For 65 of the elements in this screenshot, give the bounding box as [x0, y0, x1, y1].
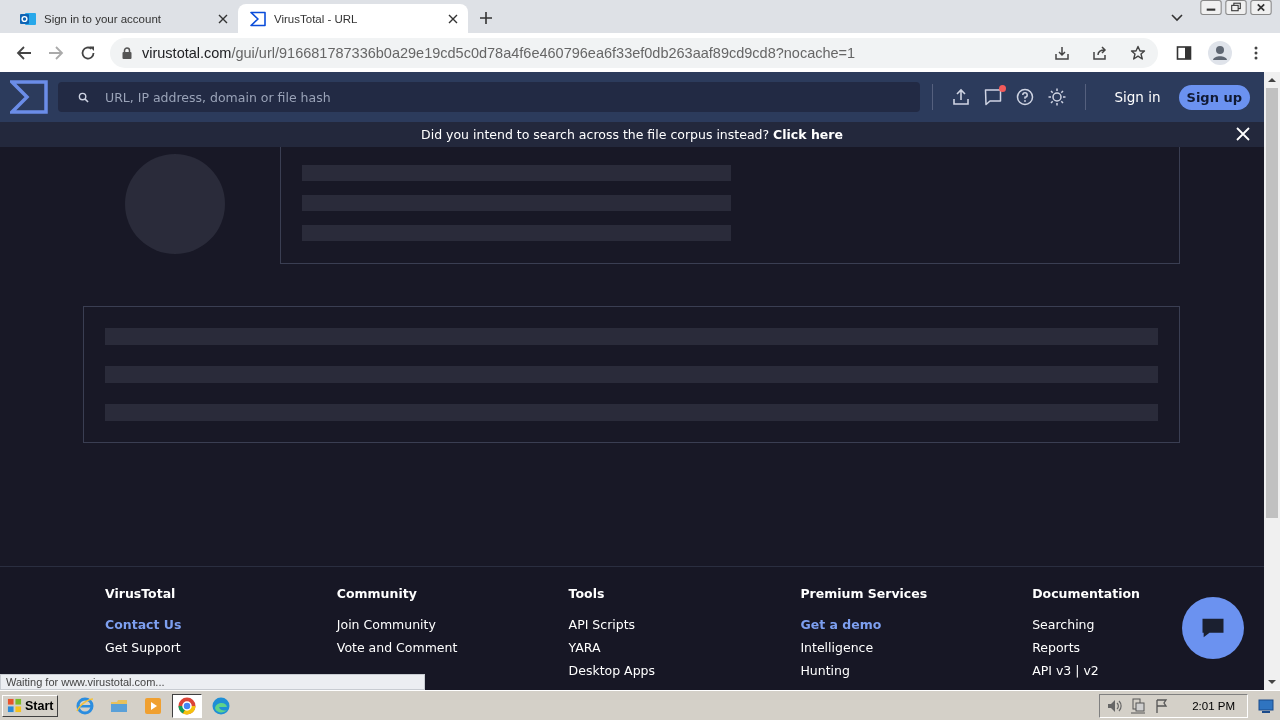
- back-arrow-icon[interactable]: [16, 44, 32, 61]
- share-icon[interactable]: [1092, 44, 1108, 61]
- lock-icon: [122, 46, 132, 59]
- sigma-logo-icon[interactable]: [10, 80, 48, 114]
- clock: 2:01 PM: [1192, 699, 1235, 712]
- sign-up-button[interactable]: Sign up: [1178, 84, 1250, 110]
- help-icon[interactable]: [1016, 88, 1035, 106]
- sign-in-link[interactable]: Sign in: [1114, 89, 1161, 105]
- scroll-thumb[interactable]: [1266, 88, 1278, 518]
- footer-link[interactable]: Hunting: [800, 663, 1033, 679]
- monitor-icon[interactable]: [1258, 697, 1274, 714]
- footer-heading: Community: [336, 586, 418, 601]
- url-text: virustotal.com/gui/url/916681787336b0a29e19cd5c0d78a4f6e460796ea6f33ef0db263aaf89cd9cd8?nocache=1: [142, 44, 856, 61]
- network-icon[interactable]: [1130, 697, 1147, 714]
- tab-title: Sign in to your account: [44, 12, 162, 25]
- install-icon[interactable]: [1054, 44, 1070, 61]
- close-icon[interactable]: [1250, 0, 1272, 15]
- browser-icon: [177, 695, 198, 716]
- footer-link[interactable]: YARA: [568, 640, 801, 656]
- four-squares-icon: [7, 698, 22, 713]
- play-icon: [143, 695, 164, 716]
- footer-link[interactable]: Vote and Comment: [336, 640, 569, 656]
- status-bubble: Waiting for www.virustotal.com...: [0, 674, 425, 690]
- sun-icon[interactable]: [1048, 88, 1067, 106]
- search-icon: [78, 91, 89, 103]
- search-input[interactable]: URL, IP address, domain or file hash: [103, 88, 907, 106]
- footer-heading: Tools: [568, 586, 606, 601]
- footer-heading: VirusTotal: [105, 586, 177, 601]
- globe-icon: [75, 695, 96, 716]
- footer-link[interactable]: API Scripts: [568, 617, 801, 633]
- footer-link[interactable]: Intelligence: [800, 640, 1033, 656]
- restore-icon[interactable]: [1225, 0, 1247, 15]
- taskbar-app[interactable]: [172, 693, 203, 718]
- search-field[interactable]: URL, IP address, domain or file hash: [58, 82, 921, 112]
- footer-link[interactable]: Reports: [1032, 640, 1264, 656]
- close-icon[interactable]: [218, 13, 228, 24]
- side-panel-icon[interactable]: [1176, 44, 1192, 61]
- footer-link[interactable]: Contact Us: [105, 617, 337, 633]
- footer-link[interactable]: Desktop Apps: [568, 663, 801, 679]
- start-button[interactable]: Start: [2, 694, 59, 717]
- close-icon[interactable]: [448, 13, 458, 24]
- chevron-down-icon[interactable]: [1171, 14, 1183, 22]
- minimize-icon[interactable]: [1200, 0, 1222, 15]
- footer-heading: Premium Services: [800, 586, 929, 601]
- address-bar[interactable]: virustotal.com/gui/url/916681787336b0a29e19cd5c0d78a4f6e460796ea6f33ef0db263aaf89cd9cd8?nocache=1: [110, 37, 1158, 68]
- swirl-icon: [211, 695, 232, 716]
- footer-link[interactable]: Searching: [1032, 617, 1264, 633]
- profile-icon[interactable]: [1208, 40, 1232, 65]
- browser-tab[interactable]: VirusTotal - URL: [238, 4, 468, 33]
- banner-message: Did you intend to search across the file corpus instead? Click here: [421, 127, 843, 142]
- mail-app-icon: [20, 10, 36, 27]
- upload-icon[interactable]: [952, 88, 971, 106]
- reload-icon[interactable]: [80, 44, 96, 61]
- footer-link[interactable]: API v3 | v2: [1032, 663, 1264, 679]
- star-icon[interactable]: [1130, 44, 1146, 61]
- sigma-logo-icon: [250, 10, 266, 27]
- browser-tab[interactable]: Sign in to your account: [8, 4, 238, 33]
- footer-link[interactable]: Get Support: [105, 640, 337, 656]
- tab-title: VirusTotal - URL: [274, 12, 359, 25]
- footer-heading: Documentation: [1032, 586, 1142, 601]
- chat-icon[interactable]: [984, 88, 1003, 106]
- footer-link[interactable]: Join Community: [336, 617, 569, 633]
- footer-link[interactable]: Get a demo: [800, 617, 1033, 633]
- new-tab-icon[interactable]: [480, 12, 492, 24]
- scrollbar[interactable]: [1264, 72, 1280, 690]
